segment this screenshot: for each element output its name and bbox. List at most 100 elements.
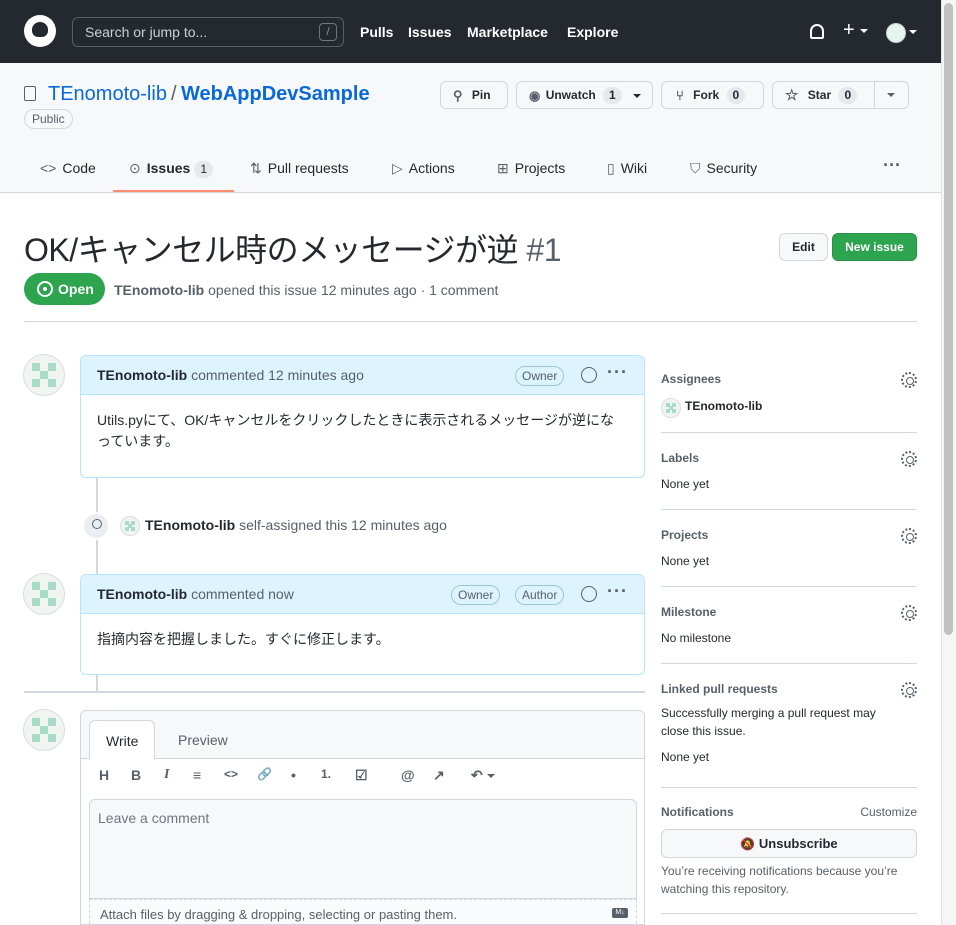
timeline-end-divider [24,691,645,693]
divider [661,787,917,788]
tab-code[interactable]: <> Code [40,157,96,179]
milestone-value: No milestone [661,631,732,645]
comment-body: Utils.pyにて、OK/キャンセルをクリックしたときに表示されるメッセージが… [81,395,644,467]
scrollbar-thumb[interactable] [944,3,953,635]
nav-link-pulls[interactable]: Pulls [360,24,393,40]
tab-projects[interactable]: ⊞ Projects [497,157,565,179]
unordered-list-icon[interactable]: • [291,767,296,783]
comment-text: っています。 [97,433,179,449]
issue-author-link[interactable]: TEnomoto-lib [114,282,204,298]
tab-security[interactable]: ⛉ Security [690,157,757,179]
gear-icon[interactable] [901,451,917,467]
repo-name-link[interactable]: WebAppDevSample [181,83,370,106]
write-tab[interactable]: Write [89,720,156,760]
shield-icon: ⛉ [690,160,701,176]
assignee-link[interactable]: TEnomoto-lib [685,399,762,413]
avatar[interactable] [661,398,681,418]
gear-icon[interactable] [901,372,917,388]
fork-button[interactable]: ⑂ Fork 0 [661,81,764,109]
active-tab-underline [113,190,234,192]
sidebar-assignees: Assignees TEnomoto-lib [661,372,917,418]
unsubscribe-button[interactable]: 🔕 Unsubscribe [661,829,917,858]
comment-timestamp[interactable]: commented 12 minutes ago [191,367,364,383]
tab-wiki[interactable]: ▯ Wiki [607,157,647,179]
bold-icon[interactable]: B [131,767,141,783]
gear-icon[interactable] [901,682,917,698]
nav-link-issues[interactable]: Issues [408,24,452,40]
create-new-button[interactable]: + [843,20,869,40]
smiley-icon[interactable] [581,367,597,383]
tab-issues[interactable]: ⊙ Issues 1 [129,157,214,179]
code-icon[interactable]: <> [224,767,238,781]
event-actor-link[interactable]: TEnomoto-lib [145,517,235,533]
gear-icon[interactable] [901,528,917,544]
repo-owner-link[interactable]: TEnomoto-lib [48,83,167,106]
eye-icon: ◉ [529,87,541,103]
saved-replies-icon[interactable]: ↶ [471,767,495,784]
new-issue-button[interactable]: New issue [832,233,917,261]
code-icon: <> [40,160,57,176]
kebab-menu-icon[interactable]: ··· [607,362,628,383]
cross-reference-icon[interactable]: ↗ [433,767,445,784]
user-avatar-menu[interactable] [886,23,906,43]
italic-icon[interactable]: I [164,767,169,783]
quote-icon[interactable]: ≡ [193,767,201,783]
ordered-list-icon[interactable]: 1. [321,767,331,781]
avatar[interactable] [23,573,65,615]
caret-down-icon [486,774,495,779]
tab-label: Pull requests [267,160,349,176]
sidebar-heading[interactable]: Projects [661,528,917,542]
sidebar-linked-prs: Linked pull requests Successfully mergin… [661,682,917,764]
sidebar-heading[interactable]: Linked pull requests [661,682,917,696]
bell-icon[interactable] [810,24,824,39]
sidebar-heading[interactable]: Milestone [661,605,917,619]
tab-actions[interactable]: ▷ Actions [392,157,455,179]
gear-icon[interactable] [901,605,917,621]
avatar [23,709,65,751]
caret-down-icon [633,93,642,98]
attach-files-area[interactable]: Attach files by dragging & dropping, sel… [89,899,637,924]
comment-header: TEnomoto-lib commented 12 minutes ago Ow… [81,356,644,395]
labels-value: None yet [661,477,710,491]
sidebar-heading[interactable]: Assignees [661,372,917,386]
pin-button[interactable]: ⚲ Pin [440,81,508,109]
kebab-menu-icon[interactable]: ··· [607,581,628,602]
task-list-icon[interactable]: ☑ [355,767,368,784]
editor-tabs: Write Preview [81,711,644,760]
comment-author-link[interactable]: TEnomoto-lib [97,586,187,602]
comment-textarea[interactable]: Leave a comment [89,799,637,899]
nav-link-marketplace[interactable]: Marketplace [467,24,548,40]
notification-description: You’re receiving notifications because y… [661,862,917,898]
watch-count: 1 [603,87,622,104]
customize-link[interactable]: Customize [860,805,917,819]
attach-text: Attach files by dragging & dropping, sel… [100,907,457,922]
smiley-icon[interactable] [581,586,597,602]
mention-icon[interactable]: @ [401,767,415,783]
issue-number: #1 [526,232,561,268]
table-icon: ⊞ [497,160,509,176]
more-tabs-button[interactable]: ··· [883,154,901,176]
repo-icon [24,86,36,101]
avatar[interactable] [23,354,65,396]
sidebar-heading[interactable]: Labels [661,451,917,465]
comment-timestamp[interactable]: commented now [191,586,294,602]
comment-text: Utils.pyにて、OK/キャンセルをクリックしたときに表示されるメッセージが… [97,412,615,428]
nav-link-explore[interactable]: Explore [567,24,618,40]
search-input[interactable]: Search or jump to... / [72,17,344,47]
caret-down-icon[interactable] [909,30,917,34]
preview-tab[interactable]: Preview [162,720,244,760]
edit-button[interactable]: Edit [779,233,828,261]
linked-description-line: close this issue. [661,724,746,738]
issue-title: OK/キャンセル時のメッセージが逆 #1 [24,225,561,271]
star-list-caret-icon[interactable] [887,93,895,97]
heading-icon[interactable]: H [99,767,109,783]
link-icon[interactable]: 🔗 [257,767,272,781]
markdown-icon[interactable]: M↓ [612,908,628,918]
unwatch-button[interactable]: ◉ Unwatch 1 [516,81,653,109]
bell-slash-icon: 🔕 [740,837,756,851]
tab-pull-requests[interactable]: ⇅ Pull requests [250,157,349,179]
comment-author-link[interactable]: TEnomoto-lib [97,367,187,383]
avatar[interactable] [120,516,140,536]
tab-label: Wiki [620,160,648,176]
github-logo-icon[interactable] [24,15,56,47]
